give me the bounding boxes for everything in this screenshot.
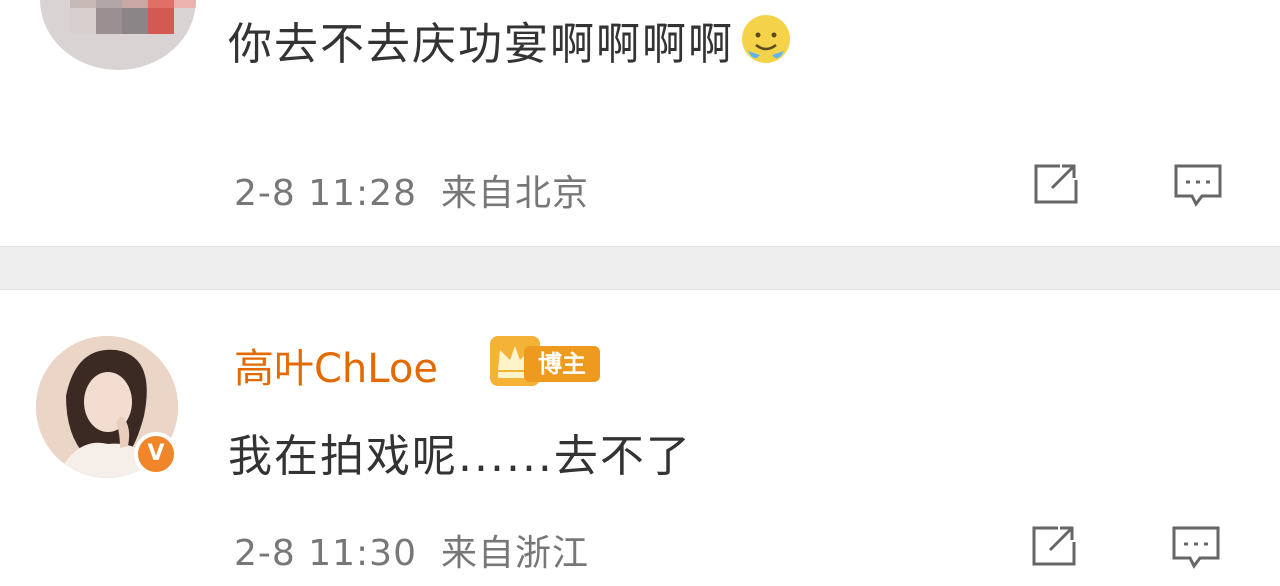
reply-icon[interactable]: [1172, 160, 1224, 208]
comment-text-1: 你去不去庆功宴啊啊啊啊: [228, 8, 794, 72]
blogger-badge-label: 博主: [524, 346, 600, 382]
username[interactable]: 高叶ChLoe: [234, 336, 438, 394]
comment-meta-1: 2-8 11:28 来自北京: [234, 164, 589, 216]
share-icon[interactable]: [1030, 160, 1082, 208]
avatar-blurred[interactable]: [40, 0, 196, 70]
timestamp: 2-8 11:30: [234, 533, 417, 574]
location: 来自北京: [441, 173, 590, 214]
timestamp: 2-8 11:28: [234, 173, 417, 214]
comment-text-2: 我在拍戏呢......去不了: [228, 431, 692, 482]
verified-badge-icon: V: [134, 432, 178, 476]
reply-icon[interactable]: [1170, 522, 1222, 570]
share-icon[interactable]: [1028, 522, 1080, 570]
location: 来自浙江: [441, 533, 590, 574]
section-divider: [0, 246, 1280, 290]
blogger-badge: 博主: [490, 336, 606, 386]
tear-smile-emoji-icon: [742, 15, 790, 63]
comment-meta-2: 2-8 11:30 来自浙江: [234, 524, 589, 576]
